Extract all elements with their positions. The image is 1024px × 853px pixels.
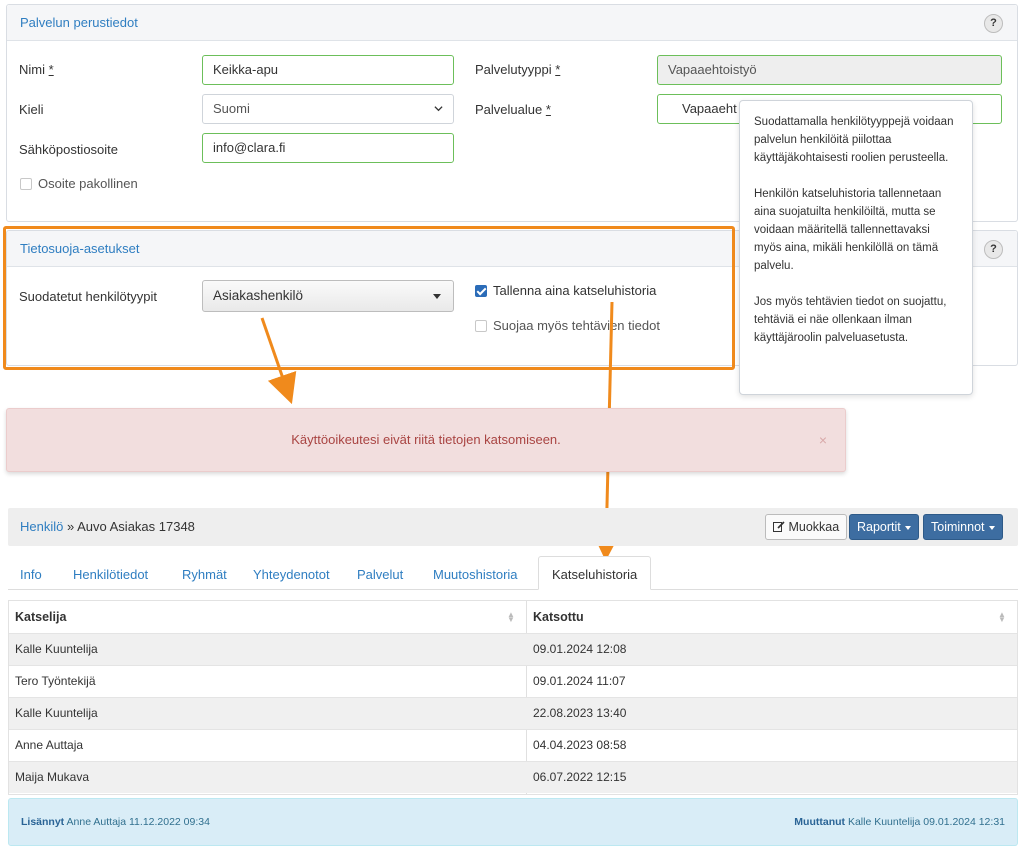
caret-down-icon xyxy=(904,525,911,530)
sort-icon: ▲ ▼ xyxy=(998,610,1006,624)
viewed-cell: 09.01.2024 11:07 xyxy=(533,674,626,688)
caret-down-icon xyxy=(988,525,995,530)
record-footer: Lisännyt Anne Auttaja 11.12.2022 09:34 M… xyxy=(8,798,1018,846)
viewer-cell: Kalle Kuuntelija xyxy=(15,642,98,656)
tab-katseluhistoria[interactable]: Katseluhistoria xyxy=(538,556,652,590)
tab-palvelut[interactable]: Palvelut xyxy=(357,567,403,582)
tab-bar-line xyxy=(8,589,1018,590)
tab-ryhmat[interactable]: Ryhmät xyxy=(182,567,227,582)
tab-muutoshistoria[interactable]: Muutoshistoria xyxy=(433,567,518,582)
viewed-cell: 22.08.2023 13:40 xyxy=(533,706,627,720)
table-row: Tero Työntekijä 09.01.2024 11:07 xyxy=(9,665,1017,697)
tab-henkilotiedot[interactable]: Henkilötiedot xyxy=(73,567,148,582)
viewer-cell: Kalle Kuuntelija xyxy=(15,706,98,720)
viewer-cell: Maija Mukava xyxy=(15,770,90,784)
column-header-viewed[interactable]: Katsottu xyxy=(527,601,584,634)
modified-info: Muuttanut Kalle Kuuntelija 09.01.2024 12… xyxy=(794,816,1005,828)
table-row: Anne Auttaja 04.04.2023 08:58 xyxy=(9,729,1017,761)
breadcrumb-link-person[interactable]: Henkilö xyxy=(20,519,63,534)
sort-icon: ▲ ▼ xyxy=(507,610,515,624)
viewed-cell: 09.01.2024 12:08 xyxy=(533,642,627,656)
tab-yhteydenotot[interactable]: Yhteydenotot xyxy=(253,567,330,582)
viewed-cell: 06.07.2022 12:15 xyxy=(533,770,627,784)
column-header-viewer[interactable]: Katselija xyxy=(9,601,66,634)
table-row: Kalle Kuuntelija 09.01.2024 12:08 xyxy=(9,633,1017,665)
person-header-bar: Henkilö » Auvo Asiakas 17348 Muokkaa Rap… xyxy=(8,508,1018,546)
edit-button[interactable]: Muokkaa xyxy=(765,514,848,540)
tab-info[interactable]: Info xyxy=(20,567,42,582)
alert-close-button[interactable]: × xyxy=(819,409,827,471)
breadcrumb-current: Auvo Asiakas 17348 xyxy=(77,519,195,534)
permission-alert: Käyttöoikeutesi eivät riitä tietojen kat… xyxy=(6,408,846,472)
actions-button[interactable]: Toiminnot xyxy=(923,514,1003,540)
viewed-cell: 04.04.2023 08:58 xyxy=(533,738,627,752)
viewer-cell: Tero Työntekijä xyxy=(15,674,96,688)
alert-message: Käyttöoikeutesi eivät riitä tietojen kat… xyxy=(291,432,561,447)
viewer-cell: Anne Auttaja xyxy=(15,738,84,752)
reports-button[interactable]: Raportit xyxy=(849,514,919,540)
arrow-to-alert xyxy=(260,317,297,405)
edit-icon xyxy=(773,521,785,532)
table-row: Kalle Kuuntelija 22.08.2023 13:40 xyxy=(9,697,1017,729)
added-info: Lisännyt Anne Auttaja 11.12.2022 09:34 xyxy=(21,816,210,828)
view-history-table: Katselija ▲ ▼ Katsottu ▲ ▼ Kalle Kuuntelij… xyxy=(8,600,1018,795)
table-row: Maija Mukava 06.07.2022 12:15 xyxy=(9,761,1017,793)
breadcrumb: Henkilö » Auvo Asiakas 17348 xyxy=(20,519,195,534)
